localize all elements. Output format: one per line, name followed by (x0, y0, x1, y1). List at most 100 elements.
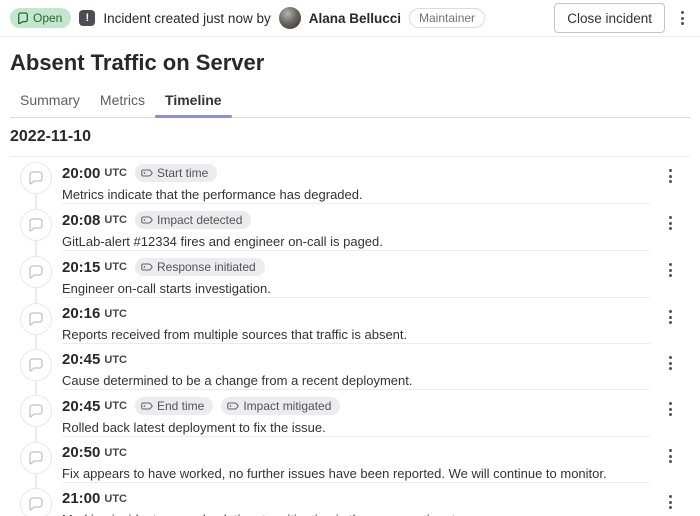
author-avatar[interactable] (279, 7, 301, 29)
timeline-event-meta: 20:00 UTC Start time (62, 164, 650, 182)
event-actions-kebab-button[interactable] (663, 352, 678, 374)
timeline-event-actions (650, 344, 690, 390)
timeline-event-row: 21:00 UTC Marking incident as resolved, … (10, 483, 690, 516)
event-description: Cause determined to be a change from a r… (62, 372, 650, 389)
author-name[interactable]: Alana Bellucci (309, 11, 401, 26)
event-description: GitLab-alert #12334 fires and engineer o… (62, 233, 650, 250)
kebab-menu-icon (669, 449, 672, 463)
timeline-event-content: 20:45 UTC End time Impact mitigated Roll… (62, 390, 650, 437)
timeline-event-row: 20:45 UTC End time Impact mitigated Roll… (10, 390, 690, 437)
timeline-event-meta: 21:00 UTC (62, 490, 650, 507)
status-badge: Open (10, 8, 71, 28)
event-description: Metrics indicate that the performance ha… (62, 186, 650, 203)
event-actions-kebab-button[interactable] (663, 212, 678, 234)
timeline-event-content: 21:00 UTC Marking incident as resolved, … (62, 483, 650, 516)
event-timezone: UTC (104, 214, 127, 226)
label-icon (141, 261, 153, 273)
timeline-event-row: 20:45 UTC Cause determined to be a chang… (10, 344, 690, 390)
timeline-event-meta: 20:15 UTC Response initiated (62, 258, 650, 276)
timeline-marker-column (10, 298, 62, 344)
timeline-marker-column (10, 204, 62, 251)
tab-summary[interactable]: Summary (10, 85, 90, 117)
issue-open-icon (17, 12, 29, 24)
event-tag-badge: Response initiated (135, 258, 265, 276)
event-tags: Response initiated (135, 258, 265, 276)
kebab-menu-icon (669, 263, 672, 277)
close-incident-button[interactable]: Close incident (554, 3, 665, 33)
timeline-event-meta: 20:45 UTC (62, 351, 650, 368)
event-timezone: UTC (104, 261, 127, 273)
event-tags: Impact detected (135, 211, 251, 229)
timeline-list: 20:00 UTC Start time Metrics indicate th… (10, 157, 690, 516)
label-icon (141, 167, 153, 179)
timeline-event-actions (650, 251, 690, 298)
timeline-event-row: 20:16 UTC Reports received from multiple… (10, 298, 690, 344)
role-badge: Maintainer (409, 8, 485, 28)
timeline-event-content: 20:00 UTC Start time Metrics indicate th… (62, 157, 650, 204)
timeline-event-actions (650, 204, 690, 251)
event-tag-label: Impact detected (157, 213, 242, 227)
tab-timeline[interactable]: Timeline (155, 85, 232, 117)
comment-icon (20, 349, 52, 381)
timeline-event-actions (650, 298, 690, 344)
timeline-event-actions (650, 437, 690, 483)
label-icon (141, 214, 153, 226)
incident-main: Absent Traffic on Server Summary Metrics… (0, 49, 700, 516)
timeline-event-meta: 20:50 UTC (62, 444, 650, 461)
incident-tabs: Summary Metrics Timeline (10, 85, 690, 118)
timeline-marker-column (10, 390, 62, 437)
event-actions-kebab-button[interactable] (663, 491, 678, 513)
event-actions-kebab-button[interactable] (663, 445, 678, 467)
timeline-event-row: 20:00 UTC Start time Metrics indicate th… (10, 157, 690, 204)
timeline-event-content: 20:45 UTC Cause determined to be a chang… (62, 344, 650, 390)
tab-metrics[interactable]: Metrics (90, 85, 155, 117)
comment-icon (20, 488, 52, 516)
kebab-menu-icon (669, 216, 672, 230)
event-actions-kebab-button[interactable] (663, 398, 678, 420)
label-icon (227, 400, 239, 412)
incident-actions-kebab-button[interactable] (675, 7, 690, 29)
event-actions-kebab-button[interactable] (663, 165, 678, 187)
kebab-menu-icon (669, 495, 672, 509)
timeline-event-content: 20:16 UTC Reports received from multiple… (62, 298, 650, 344)
event-time: 20:45 (62, 398, 100, 415)
exclamation-icon: ! (86, 12, 90, 24)
comment-icon (20, 303, 52, 335)
event-time: 20:15 (62, 259, 100, 276)
incident-type-icon: ! (79, 10, 95, 26)
comment-icon (20, 162, 52, 194)
timeline-event-row: 20:15 UTC Response initiated Engineer on… (10, 251, 690, 298)
event-tag-badge: End time (135, 397, 213, 415)
timeline-event-row: 20:50 UTC Fix appears to have worked, no… (10, 437, 690, 483)
event-timezone: UTC (104, 493, 127, 505)
timeline-event-actions (650, 157, 690, 204)
timeline-event-meta: 20:45 UTC End time Impact mitigated (62, 397, 650, 415)
kebab-menu-icon (669, 310, 672, 324)
event-actions-kebab-button[interactable] (663, 306, 678, 328)
label-icon (141, 400, 153, 412)
event-actions-kebab-button[interactable] (663, 259, 678, 281)
event-timezone: UTC (104, 354, 127, 366)
comment-icon (20, 209, 52, 241)
event-tags: End time Impact mitigated (135, 397, 340, 415)
timeline-event-actions (650, 390, 690, 437)
event-time: 20:16 (62, 305, 100, 322)
event-tag-label: Start time (157, 166, 208, 180)
timeline-event-content: 20:15 UTC Response initiated Engineer on… (62, 251, 650, 298)
event-description: Reports received from multiple sources t… (62, 326, 650, 343)
event-description: Marking incident as resolved, time to mi… (62, 511, 650, 516)
kebab-menu-icon (669, 402, 672, 416)
timeline-marker-column (10, 437, 62, 483)
event-time: 21:00 (62, 490, 100, 507)
event-timezone: UTC (104, 308, 127, 320)
event-time: 20:08 (62, 212, 100, 229)
comment-icon (20, 442, 52, 474)
comment-icon (20, 256, 52, 288)
timeline-event-meta: 20:08 UTC Impact detected (62, 211, 650, 229)
comment-icon (20, 395, 52, 427)
page-title: Absent Traffic on Server (10, 49, 690, 77)
event-description: Engineer on-call starts investigation. (62, 280, 650, 297)
event-time: 20:00 (62, 165, 100, 182)
event-timezone: UTC (104, 167, 127, 179)
status-badge-label: Open (33, 11, 62, 25)
